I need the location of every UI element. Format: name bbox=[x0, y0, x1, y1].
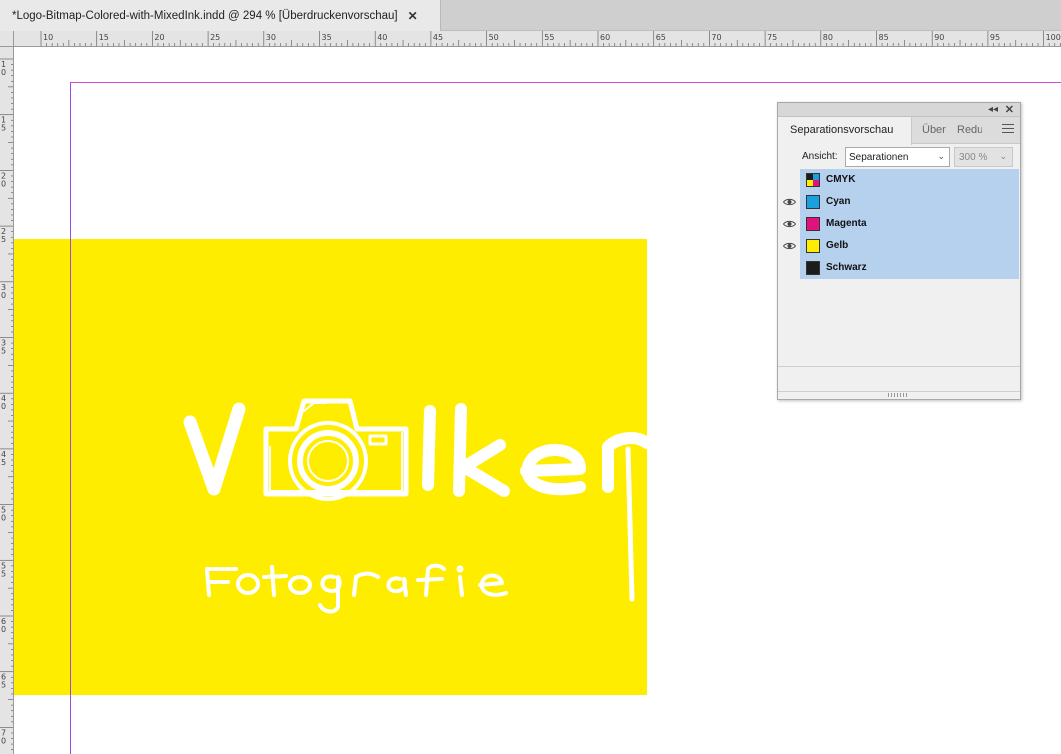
separation-row-gelb[interactable]: Gelb bbox=[779, 235, 1019, 257]
separation-name: Cyan bbox=[826, 196, 851, 207]
eye-icon bbox=[783, 198, 796, 206]
ruler-label: 65 bbox=[656, 33, 666, 42]
ruler-origin[interactable] bbox=[0, 31, 14, 47]
ruler-label: 80 bbox=[823, 33, 833, 42]
ruler-label: 30 bbox=[266, 33, 276, 42]
view-row: Ansicht: Separationen ⌄ 300 % ⌄ bbox=[778, 144, 1020, 170]
visibility-toggle[interactable] bbox=[779, 191, 800, 213]
visibility-toggle[interactable] bbox=[779, 257, 800, 279]
tab-reduzierung[interactable]: Redu bbox=[957, 117, 982, 144]
separation-name: Gelb bbox=[826, 240, 849, 251]
ruler-label: 85 bbox=[879, 33, 889, 42]
ruler-label: 90 bbox=[934, 33, 944, 42]
panel-tabs: Separationsvorschau Über Redu bbox=[778, 117, 1020, 145]
eye-icon bbox=[783, 242, 796, 250]
color-swatch bbox=[806, 239, 820, 253]
ruler-label: 55 bbox=[544, 33, 554, 42]
ruler-label: 5 bbox=[1, 569, 6, 578]
document-tab-title: *Logo-Bitmap-Colored-with-MixedInk.indd … bbox=[12, 9, 398, 22]
ruler-label: 95 bbox=[990, 33, 1000, 42]
ruler-label: 15 bbox=[99, 33, 109, 42]
separation-name: CMYK bbox=[826, 174, 856, 185]
separations-list: CMYK Cyan Magenta Gelb Schwarz bbox=[779, 169, 1019, 279]
document-tab[interactable]: *Logo-Bitmap-Colored-with-MixedInk.indd … bbox=[0, 0, 441, 31]
ruler-label: 0 bbox=[1, 68, 6, 77]
separation-cell[interactable]: Cyan bbox=[800, 191, 1019, 213]
separation-row-schwarz[interactable]: Schwarz bbox=[779, 257, 1019, 279]
ruler-label: 20 bbox=[154, 33, 164, 42]
ruler-label: 5 bbox=[1, 458, 6, 467]
separation-cell[interactable]: Schwarz bbox=[800, 257, 1019, 279]
ruler-label: 5 bbox=[1, 235, 6, 244]
vertical-ruler-ticks: 10152025303540455055606570 bbox=[0, 58, 13, 751]
close-icon[interactable]: ✕ bbox=[408, 9, 418, 23]
ruler-label: 0 bbox=[1, 625, 6, 634]
separation-cell[interactable]: CMYK bbox=[800, 169, 1019, 191]
yellow-background-frame[interactable] bbox=[14, 239, 647, 695]
view-label: Ansicht: bbox=[802, 151, 838, 162]
ruler-label: 0 bbox=[1, 291, 6, 300]
close-panel-icon[interactable]: ✕ bbox=[1005, 103, 1014, 117]
ruler-label: 60 bbox=[600, 33, 610, 42]
visibility-toggle[interactable] bbox=[779, 235, 800, 257]
color-swatch bbox=[806, 173, 820, 187]
ruler-label: 25 bbox=[210, 33, 220, 42]
color-swatch bbox=[806, 195, 820, 209]
ruler-label: 5 bbox=[1, 124, 6, 133]
view-dropdown[interactable]: Separationen ⌄ bbox=[845, 147, 950, 167]
ruler-label: 5 bbox=[1, 681, 6, 690]
color-swatch bbox=[806, 261, 820, 275]
ruler-label: 75 bbox=[767, 33, 777, 42]
separation-row-cmyk[interactable]: CMYK bbox=[779, 169, 1019, 191]
separation-name: Schwarz bbox=[826, 262, 867, 273]
separation-name: Magenta bbox=[826, 218, 867, 229]
panel-title-bar[interactable]: ◂◂ ✕ bbox=[778, 103, 1020, 117]
ruler-label: 100 bbox=[1046, 33, 1061, 42]
panel-resize-grip[interactable] bbox=[778, 391, 1020, 399]
horizontal-ruler-ticks: 10 15 20 25 30 35 40 45 50 55 60 65 70 75 80 85 90 95 100 bbox=[40, 31, 1061, 46]
separation-cell[interactable]: Magenta bbox=[800, 213, 1019, 235]
opacity-dropdown-value: 300 % bbox=[959, 152, 988, 163]
volker-fotografie-logo bbox=[183, 398, 647, 614]
vertical-ruler[interactable]: 10152025303540455055606570 bbox=[0, 47, 14, 754]
visibility-toggle[interactable] bbox=[779, 169, 800, 191]
chevron-down-icon: ⌄ bbox=[999, 151, 1007, 161]
eye-icon bbox=[783, 220, 796, 228]
tab-ueberfuellung[interactable]: Über bbox=[922, 117, 948, 144]
horizontal-ruler[interactable]: 10 15 20 25 30 35 40 45 50 55 60 65 70 75 80 85 90 95 100 bbox=[14, 31, 1061, 47]
separation-row-cyan[interactable]: Cyan bbox=[779, 191, 1019, 213]
ruler-label: 45 bbox=[433, 33, 443, 42]
ruler-label: 70 bbox=[711, 33, 721, 42]
panel-divider bbox=[778, 366, 1020, 367]
separation-row-magenta[interactable]: Magenta bbox=[779, 213, 1019, 235]
visibility-toggle[interactable] bbox=[779, 213, 800, 235]
ruler-label: 10 bbox=[43, 33, 53, 42]
tab-separationsvorschau[interactable]: Separationsvorschau bbox=[778, 117, 912, 145]
ruler-label: 0 bbox=[1, 179, 6, 188]
ruler-label: 50 bbox=[489, 33, 499, 42]
separations-preview-panel: ◂◂ ✕ Separationsvorschau Über Redu Ansic… bbox=[777, 102, 1021, 400]
collapse-panel-icon[interactable]: ◂◂ bbox=[988, 103, 998, 117]
ruler-label: 35 bbox=[322, 33, 332, 42]
color-swatch bbox=[806, 217, 820, 231]
ruler-label: 0 bbox=[1, 736, 6, 745]
panel-menu-icon[interactable] bbox=[1002, 124, 1014, 134]
chevron-down-icon: ⌄ bbox=[937, 151, 945, 161]
ruler-label: 0 bbox=[1, 514, 6, 523]
ruler-label: 0 bbox=[1, 402, 6, 411]
document-tab-bar: *Logo-Bitmap-Colored-with-MixedInk.indd … bbox=[0, 0, 1061, 31]
margin-guide-horizontal bbox=[70, 82, 1061, 83]
ruler-label: 40 bbox=[377, 33, 387, 42]
view-dropdown-value: Separationen bbox=[849, 152, 909, 163]
opacity-dropdown[interactable]: 300 % ⌄ bbox=[954, 147, 1013, 167]
margin-guide-vertical bbox=[70, 82, 71, 754]
ruler-label: 5 bbox=[1, 347, 6, 356]
separation-cell[interactable]: Gelb bbox=[800, 235, 1019, 257]
